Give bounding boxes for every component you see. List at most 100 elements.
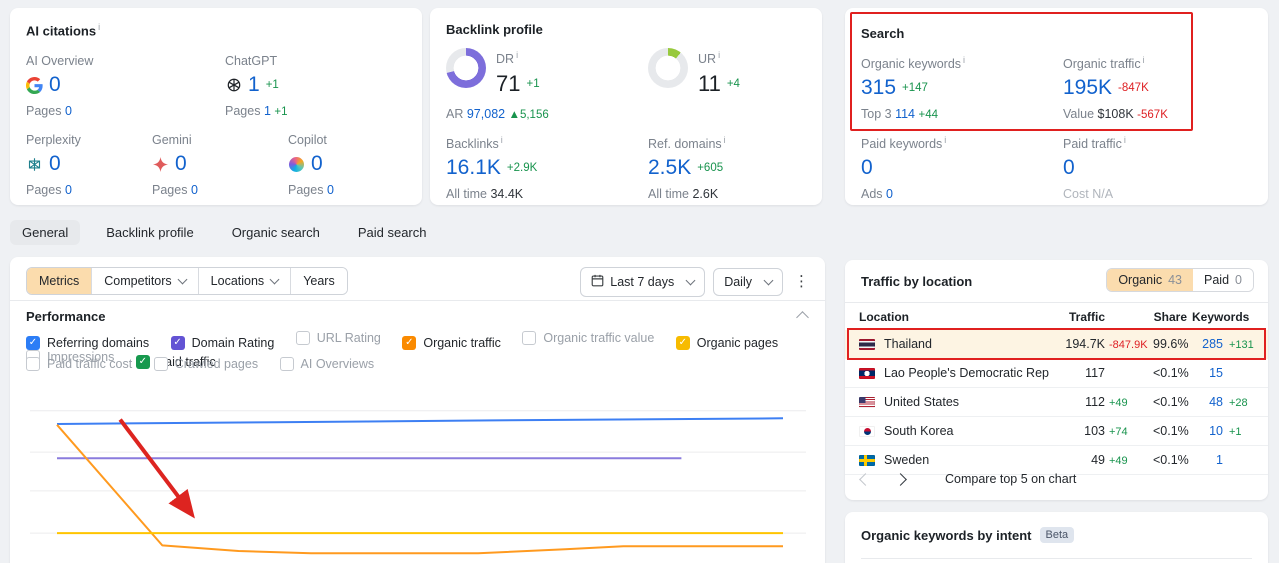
tab-organic-search[interactable]: Organic search — [220, 220, 332, 245]
chevron-down-icon — [685, 275, 696, 286]
ref-domains-value[interactable]: 2.5K — [648, 156, 691, 180]
tab-paid-search[interactable]: Paid search — [346, 220, 439, 245]
ai-overview-pages-link[interactable]: 0 — [65, 104, 72, 118]
toggle-organic[interactable]: Organic 43 — [1107, 269, 1194, 291]
chevron-down-icon — [269, 274, 280, 285]
locations-segment-button[interactable]: Locations — [198, 268, 292, 294]
gemini-icon — [152, 156, 169, 173]
chatgpt-value: 1 — [248, 73, 260, 96]
checkbox-icon: ✓ — [675, 336, 690, 350]
chatgpt-stat: ChatGPT 1 +1 Pages 1 +1 — [225, 54, 355, 118]
performance-title: Performance — [26, 309, 106, 324]
location-row-thailand[interactable]: Thailand 194.7K -847.9K 99.6% 285 +131 — [845, 328, 1268, 360]
location-table-footer: Compare top 5 on chart — [859, 472, 1076, 486]
more-options-icon[interactable]: ⋮ — [794, 272, 809, 290]
ai-overview-value: 0 — [49, 73, 61, 96]
compare-top5-button[interactable]: Compare top 5 on chart — [945, 472, 1076, 486]
toggle-paid[interactable]: Paid 0 — [1193, 269, 1253, 291]
metric-organic-traffic[interactable]: ✓ Organic traffic — [402, 336, 501, 350]
chevron-down-icon — [763, 275, 774, 286]
location-row-united-states[interactable]: United States 112 +49 <0.1% 48 +28 — [845, 388, 1268, 417]
checkbox-icon — [279, 357, 294, 371]
copilot-pages-link[interactable]: 0 — [327, 183, 334, 197]
ai-overview-stat: AI Overview 0 Pages 0 — [26, 54, 156, 118]
thailand-flag — [859, 338, 875, 350]
checkbox-icon — [522, 331, 537, 345]
url-rating-stat: UR i 11 +4 — [698, 50, 740, 97]
gemini-stat: Gemini 0 Pages 0 — [152, 133, 282, 197]
location-row-laos[interactable]: Lao People's Democratic Rep 117 <0.1% 15 — [845, 359, 1268, 388]
tab-backlink-profile[interactable]: Backlink profile — [94, 220, 205, 245]
organic-traffic-value[interactable]: 195K — [1063, 76, 1112, 100]
url-rating-donut — [648, 48, 688, 88]
info-icon: i — [516, 50, 519, 60]
search-card: Search Organic keywords i 315 +147 Top 3 1… — [845, 8, 1268, 205]
info-icon: i — [1123, 135, 1126, 145]
ads-link[interactable]: 0 — [886, 187, 893, 201]
info-icon: i — [963, 55, 966, 65]
backlinks-value[interactable]: 16.1K — [446, 156, 501, 180]
beta-badge: Beta — [1039, 527, 1075, 543]
chart-filter-bar: Metrics Competitors Locations Years — [26, 267, 348, 295]
metric-crawled-pages[interactable]: Crawled pages — [153, 357, 258, 371]
collapse-section-icon[interactable] — [796, 311, 809, 324]
top3-link[interactable]: 114 — [895, 107, 915, 121]
ahrefs-rank-link[interactable]: 97,082 — [467, 107, 505, 121]
performance-line-chart[interactable] — [10, 383, 825, 563]
ref-domains-stat: Ref. domains i 2.5K +605 All time 2.6K — [648, 135, 726, 202]
perplexity-icon — [26, 156, 43, 173]
location-table-header: Location Traffic Share Keywords — [845, 304, 1268, 330]
chart-filter-segments: Metrics Competitors Locations Years — [26, 267, 348, 295]
traffic-by-location-card: Traffic by location Organic 43 Paid 0 Loca… — [845, 260, 1268, 500]
paid-traffic-stat: Paid traffic i 0 Cost N/A — [1063, 135, 1126, 202]
ai-citations-title-text: AI citations — [26, 23, 97, 39]
backlink-profile-card: Backlink profile DR i 71 +1 AR 97,082 ▲5,1… — [430, 8, 822, 205]
ai-citations-title: AI citations i — [26, 22, 100, 38]
organic-keywords-stat: Organic keywords i 315 +147 Top 3 114 +44 — [861, 55, 966, 122]
column-location: Location — [859, 310, 909, 324]
perplexity-pages-link[interactable]: 0 — [65, 183, 72, 197]
chatgpt-label: ChatGPT — [225, 54, 278, 68]
performance-card: Metrics Competitors Locations Years Last… — [10, 257, 825, 563]
metric-domain-rating[interactable]: ✓ Domain Rating — [170, 336, 274, 350]
search-title: Search — [861, 26, 905, 41]
domain-rating-stat: DR i 71 +1 — [496, 50, 540, 97]
chatgpt-pages-link[interactable]: 1 — [264, 104, 271, 118]
years-segment-button[interactable]: Years — [291, 268, 347, 294]
location-table: Location Traffic Share Keywords Thailand… — [845, 304, 1268, 475]
sweden-flag — [859, 454, 875, 466]
info-icon: i — [1142, 55, 1145, 65]
metric-referring-domains[interactable]: ✓ Referring domains — [26, 336, 149, 350]
granularity-button[interactable]: Daily — [713, 268, 783, 296]
metrics-segment-button[interactable]: Metrics — [27, 268, 93, 294]
domain-rating-donut — [446, 48, 486, 88]
metric-ai-overviews[interactable]: AI Overviews — [279, 357, 374, 371]
location-row-sweden[interactable]: Sweden 49 +49 <0.1% 1 — [845, 446, 1268, 475]
info-icon: i — [718, 50, 721, 60]
gemini-pages-link[interactable]: 0 — [191, 183, 198, 197]
tab-general[interactable]: General — [10, 220, 81, 245]
perplexity-label: Perplexity — [26, 133, 81, 147]
organic-keywords-value[interactable]: 315 — [861, 76, 896, 100]
keywords-by-intent-card: Organic keywords by intent Beta — [845, 512, 1268, 563]
metric-url-rating[interactable]: URL Rating — [295, 331, 381, 345]
info-icon: i — [98, 22, 101, 32]
location-row-south-korea[interactable]: South Korea 103 +74 <0.1% 10 +1 — [845, 417, 1268, 446]
gemini-label: Gemini — [152, 133, 192, 147]
competitors-segment-button[interactable]: Competitors — [92, 268, 199, 294]
date-range-button[interactable]: Last 7 days — [580, 267, 706, 297]
checkbox-icon: ✓ — [402, 336, 417, 350]
column-share: Share — [1153, 310, 1187, 324]
traffic-by-location-title: Traffic by location — [861, 274, 973, 289]
prev-page-icon[interactable] — [859, 472, 872, 486]
chevron-down-icon — [177, 274, 188, 285]
metric-organic-pages[interactable]: ✓ Organic pages — [675, 336, 778, 350]
ai-overview-label: AI Overview — [26, 54, 94, 68]
copilot-icon — [288, 156, 305, 173]
perplexity-stat: Perplexity 0 Pages 0 — [26, 133, 156, 197]
checkbox-icon — [153, 357, 168, 371]
metric-organic-traffic-value[interactable]: Organic traffic value — [522, 331, 654, 345]
next-page-icon[interactable] — [894, 472, 907, 486]
metric-paid-traffic-cost[interactable]: Paid traffic cost — [26, 357, 132, 371]
perplexity-value: 0 — [49, 152, 61, 175]
